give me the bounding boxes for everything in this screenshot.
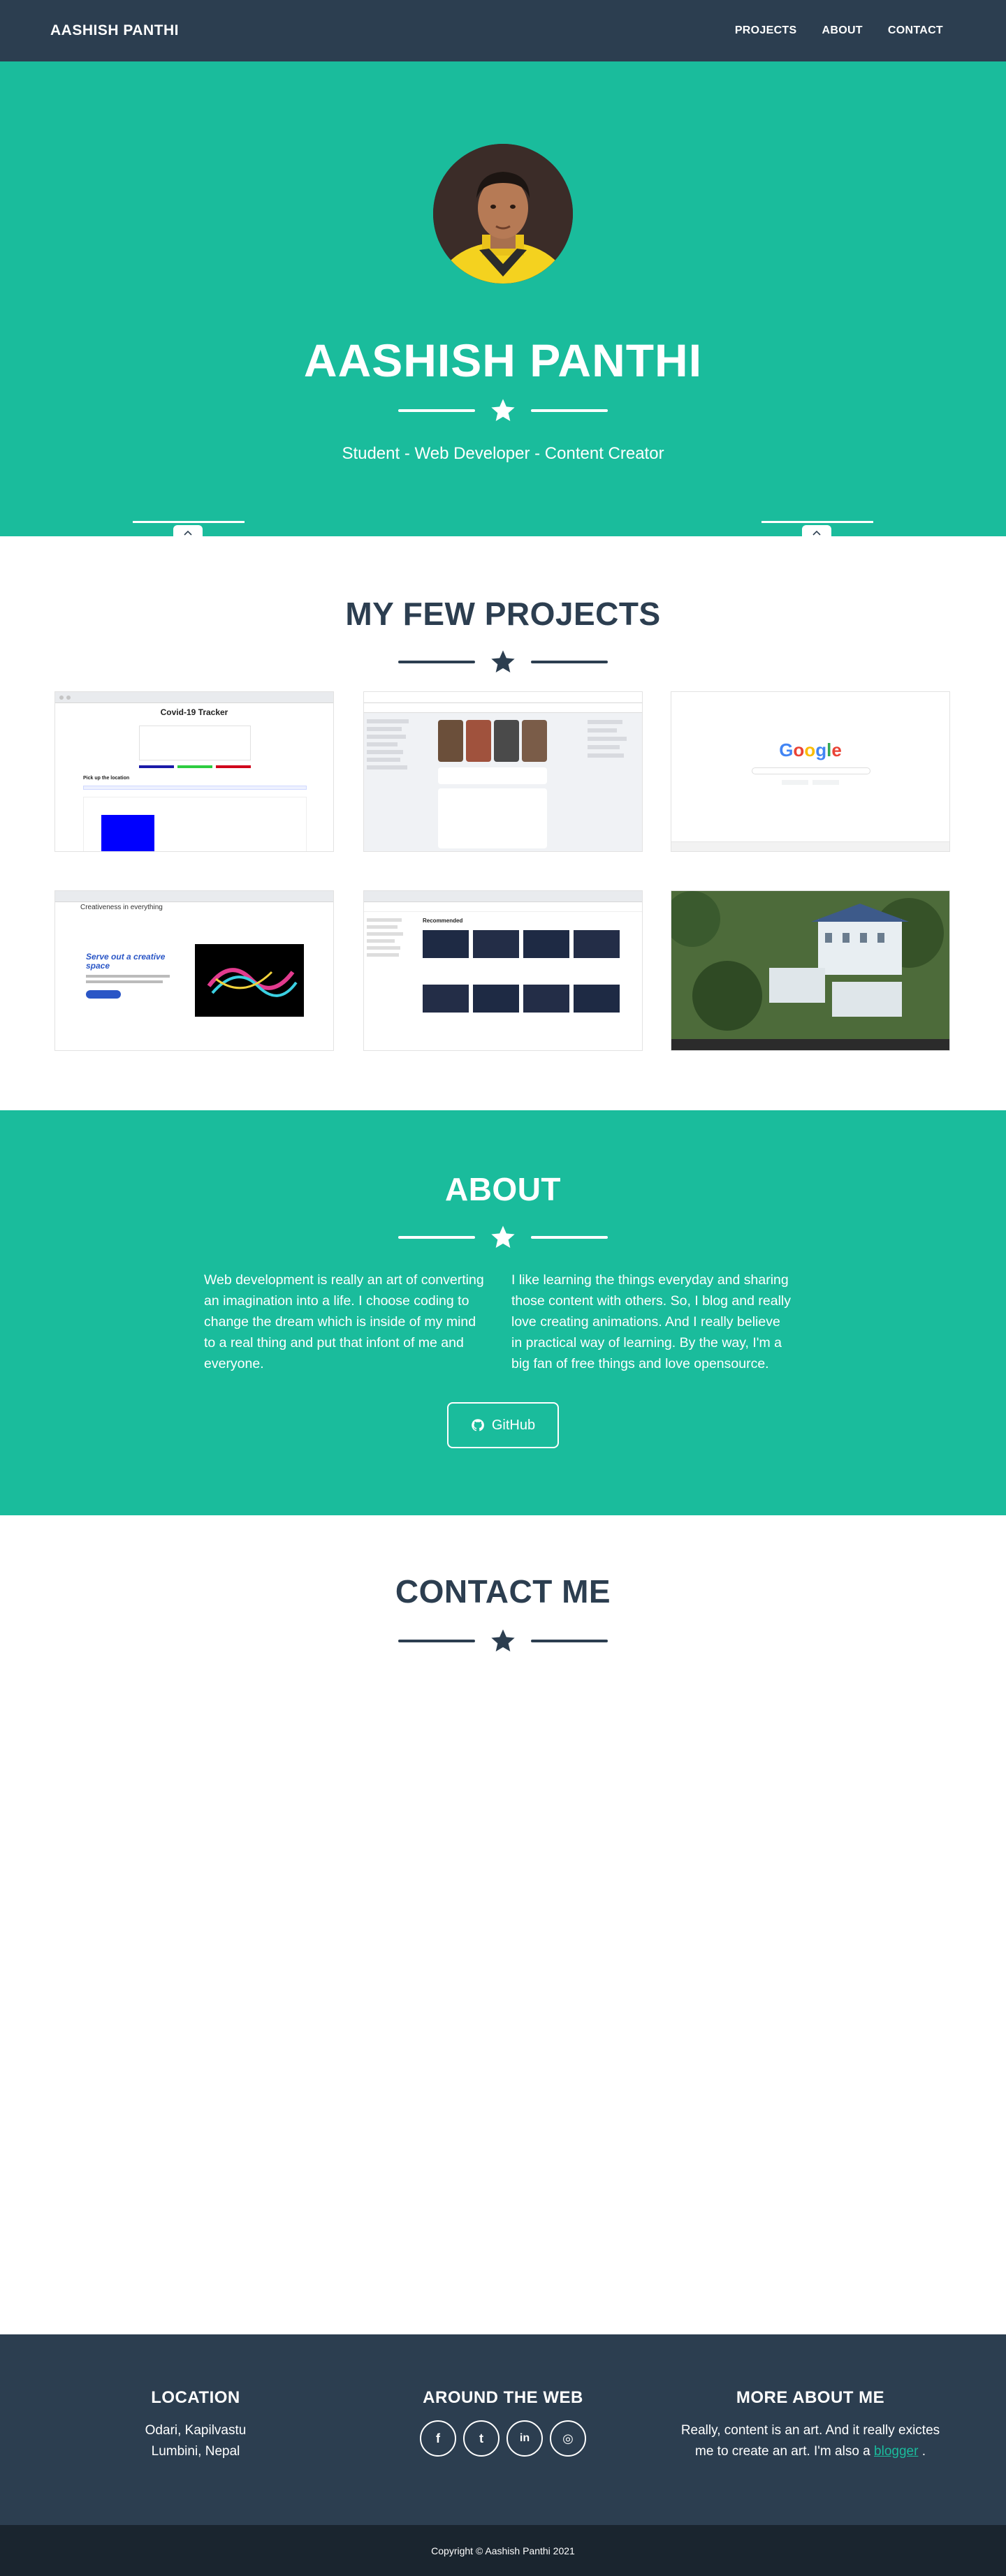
instagram-icon[interactable]: ◎ xyxy=(550,2420,586,2457)
hero-subtitle: Student - Web Developer - Content Creato… xyxy=(342,444,664,463)
facebook-icon[interactable]: f xyxy=(420,2420,456,2457)
footer-location: LOCATION Odari, Kapilvastu Lumbini, Nepa… xyxy=(49,2388,342,2462)
project-card-photo-gallery[interactable] xyxy=(671,890,950,1051)
nav-projects-link[interactable]: PROJECTS xyxy=(722,24,810,37)
project-card-video-clone[interactable]: Recommended xyxy=(363,890,643,1051)
hero-title: AASHISH PANTHI xyxy=(303,334,703,386)
footer-location-line2: Lumbini, Nepal xyxy=(151,2444,240,2459)
project-card-creative-space[interactable]: Creativeness in everything Serve out a c… xyxy=(54,890,334,1051)
project-text: Serve out a creative space xyxy=(86,952,166,971)
scroll-tab-right[interactable] xyxy=(761,521,873,540)
project-heading: Google xyxy=(779,739,842,760)
star-icon xyxy=(491,399,515,421)
scroll-tab-left[interactable] xyxy=(133,521,245,540)
contact-title: CONTACT ME xyxy=(395,1573,611,1610)
footer-more-title: MORE ABOUT ME xyxy=(736,2388,885,2407)
footer-web-title: AROUND THE WEB xyxy=(423,2388,583,2407)
chevron-up-icon xyxy=(184,530,192,536)
contact-star-divider xyxy=(398,1627,608,1655)
star-icon xyxy=(491,1226,515,1248)
about-title: ABOUT xyxy=(444,1171,562,1207)
hero-section: AASHISH PANTHI Student - Web Developer -… xyxy=(0,61,1006,540)
navbar: AASHISH PANTHI PROJECTS ABOUT CONTACT xyxy=(0,0,1006,61)
github-button-label: GitHub xyxy=(491,1417,536,1433)
copyright-text: Copyright © Aashish Panthi 2021 xyxy=(431,2545,575,2556)
project-heading: Recommended xyxy=(423,918,463,924)
footer-location-line1: Odari, Kapilvastu xyxy=(145,2423,247,2438)
star-icon xyxy=(491,1629,515,1651)
hero-star-divider xyxy=(398,397,608,425)
star-icon xyxy=(491,650,515,672)
copyright-bar: Copyright © Aashish Panthi 2021 xyxy=(0,2525,1006,2576)
about-star-divider xyxy=(398,1223,608,1251)
blogger-link[interactable]: blogger xyxy=(874,2444,918,2459)
footer-around-web: AROUND THE WEB f t in ◎ xyxy=(356,2388,650,2457)
about-text-left: Web development is really an art of conv… xyxy=(204,1272,484,1371)
project-card-google-clone[interactable]: Google xyxy=(671,691,950,852)
nav-links: PROJECTS ABOUT CONTACT xyxy=(722,24,956,37)
project-heading: Covid-19 Tracker xyxy=(160,707,228,717)
footer: LOCATION Odari, Kapilvastu Lumbini, Nepa… xyxy=(0,2334,1006,2525)
nav-about-link[interactable]: ABOUT xyxy=(809,24,875,37)
about-text-right: I like learning the things everyday and … xyxy=(511,1272,791,1371)
project-card-social-clone[interactable] xyxy=(363,691,643,852)
profile-avatar xyxy=(433,144,573,284)
chevron-up-icon xyxy=(812,530,821,536)
footer-location-title: LOCATION xyxy=(151,2388,240,2407)
about-section: ABOUT Web development is really an art o… xyxy=(0,1110,1006,1515)
projects-star-divider xyxy=(398,648,608,676)
project-text: Pick up the location xyxy=(83,776,130,781)
project-heading: Creativeness in everything xyxy=(80,904,163,911)
twitter-icon[interactable]: t xyxy=(463,2420,500,2457)
github-button[interactable]: GitHub xyxy=(447,1402,559,1448)
projects-title: MY FEW PROJECTS xyxy=(345,596,661,632)
github-icon xyxy=(472,1419,484,1431)
footer-more-about: MORE ABOUT ME Really, content is an art.… xyxy=(664,2388,957,2462)
project-card-covid-tracker[interactable]: Covid-19 Tracker Pick up the location xyxy=(54,691,334,852)
linkedin-icon[interactable]: in xyxy=(506,2420,543,2457)
brand-link[interactable]: AASHISH PANTHI xyxy=(50,22,179,39)
footer-more-end: . xyxy=(921,2444,926,2459)
nav-contact-link[interactable]: CONTACT xyxy=(875,24,956,37)
